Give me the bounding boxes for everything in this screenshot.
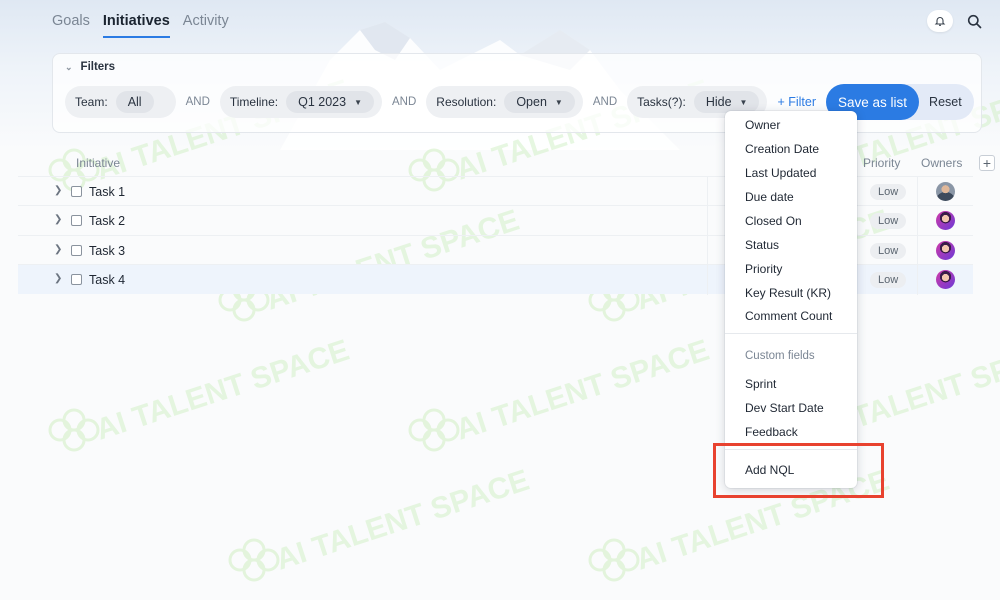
dropdown-item-due-date[interactable]: Due date <box>745 190 794 204</box>
dropdown-divider <box>725 333 857 334</box>
caret-down-icon: ▼ <box>554 97 563 107</box>
row-checkbox[interactable] <box>71 274 82 285</box>
task-name[interactable]: Task 1 <box>89 185 125 199</box>
dropdown-item-comment-count[interactable]: Comment Count <box>745 309 832 323</box>
avatar[interactable] <box>936 211 955 230</box>
caret-down-icon: ▼ <box>739 97 748 107</box>
priority-badge[interactable]: Low <box>870 213 907 229</box>
plus-icon: + <box>982 155 992 171</box>
resolution-filter[interactable]: Resolution: Open ▼ <box>426 86 583 118</box>
dropdown-item-sprint[interactable]: Sprint <box>745 377 776 391</box>
chevron-down-icon: ⌄ <box>65 61 73 72</box>
column-initiative[interactable]: Initiative <box>76 156 120 170</box>
column-divider <box>707 206 708 236</box>
and-label: AND <box>592 96 618 108</box>
avatar[interactable] <box>936 241 955 260</box>
team-filter-label: Team: <box>75 95 108 109</box>
row-checkbox[interactable] <box>71 245 82 256</box>
column-divider <box>917 206 918 236</box>
chevron-right-icon[interactable]: ❯ <box>54 273 62 284</box>
task-name[interactable]: Task 3 <box>89 244 125 258</box>
bell-icon[interactable] <box>927 10 953 32</box>
team-filter[interactable]: Team: All <box>65 86 176 118</box>
dropdown-item-priority[interactable]: Priority <box>745 262 782 276</box>
reset-button[interactable]: Reset <box>929 95 962 109</box>
chevron-right-icon[interactable]: ❯ <box>54 214 62 225</box>
dropdown-item-key-result[interactable]: Key Result (KR) <box>745 286 831 300</box>
main-tabs: Goals Initiatives Activity <box>52 13 229 38</box>
search-icon[interactable] <box>967 14 982 29</box>
caret-down-icon: ▼ <box>354 97 362 107</box>
dropdown-item-last-updated[interactable]: Last Updated <box>745 166 816 180</box>
avatar[interactable] <box>936 182 955 201</box>
top-right-actions <box>927 10 982 32</box>
column-divider <box>707 177 708 207</box>
avatar[interactable] <box>936 270 955 289</box>
custom-fields-label: Custom fields <box>745 350 815 362</box>
chevron-right-icon[interactable]: ❯ <box>54 244 62 255</box>
tasks-filter-label: Tasks(?): <box>637 95 686 109</box>
row-checkbox[interactable] <box>71 215 82 226</box>
priority-badge[interactable]: Low <box>870 184 907 200</box>
column-divider <box>917 177 918 207</box>
highlight-annotation <box>713 443 884 498</box>
tab-initiatives[interactable]: Initiatives <box>102 13 170 38</box>
dropdown-item-dev-start-date[interactable]: Dev Start Date <box>745 401 824 415</box>
dropdown-item-status[interactable]: Status <box>745 238 779 252</box>
tab-goals[interactable]: Goals <box>52 13 90 38</box>
team-filter-value: All <box>115 91 154 113</box>
svg-text:AI TALENT SPACE: AI TALENT SPACE <box>92 334 353 447</box>
column-divider <box>917 265 918 295</box>
dropdown-item-owner[interactable]: Owner <box>745 118 780 132</box>
timeline-filter[interactable]: Timeline: Q1 2023 ▼ <box>219 86 382 118</box>
add-filter-button[interactable]: + Filter <box>777 95 816 109</box>
column-priority[interactable]: Priority <box>863 156 900 170</box>
task-name[interactable]: Task 2 <box>89 214 125 228</box>
priority-badge[interactable]: Low <box>870 243 907 259</box>
svg-text:AI TALENT SPACE: AI TALENT SPACE <box>452 334 713 447</box>
dropdown-item-feedback[interactable]: Feedback <box>745 425 798 439</box>
tasks-filter-value: Hide ▼ <box>693 91 760 113</box>
dropdown-item-creation-date[interactable]: Creation Date <box>745 142 819 156</box>
and-label: AND <box>392 96 417 108</box>
add-column-button[interactable]: + <box>979 155 995 171</box>
priority-badge[interactable]: Low <box>870 272 907 288</box>
chevron-right-icon[interactable]: ❯ <box>54 185 62 196</box>
task-name[interactable]: Task 4 <box>89 273 125 287</box>
svg-text:AI TALENT SPACE: AI TALENT SPACE <box>272 464 533 577</box>
timeline-filter-value: Q1 2023 ▼ <box>286 91 374 113</box>
column-owners[interactable]: Owners <box>921 156 962 170</box>
row-checkbox[interactable] <box>71 186 82 197</box>
filter-field-dropdown: Owner Creation Date Last Updated Due dat… <box>725 111 857 488</box>
resolution-filter-value: Open ▼ <box>504 91 575 113</box>
column-divider <box>707 236 708 266</box>
filters-toggle[interactable]: ⌄ Filters <box>65 61 115 73</box>
dropdown-item-closed-on[interactable]: Closed On <box>745 214 802 228</box>
and-label: AND <box>185 96 210 108</box>
tab-activity[interactable]: Activity <box>183 13 229 38</box>
resolution-filter-label: Resolution: <box>436 95 497 109</box>
column-divider <box>707 265 708 295</box>
column-divider <box>917 236 918 266</box>
filters-title: Filters <box>80 61 116 73</box>
timeline-filter-label: Timeline: <box>229 95 279 109</box>
